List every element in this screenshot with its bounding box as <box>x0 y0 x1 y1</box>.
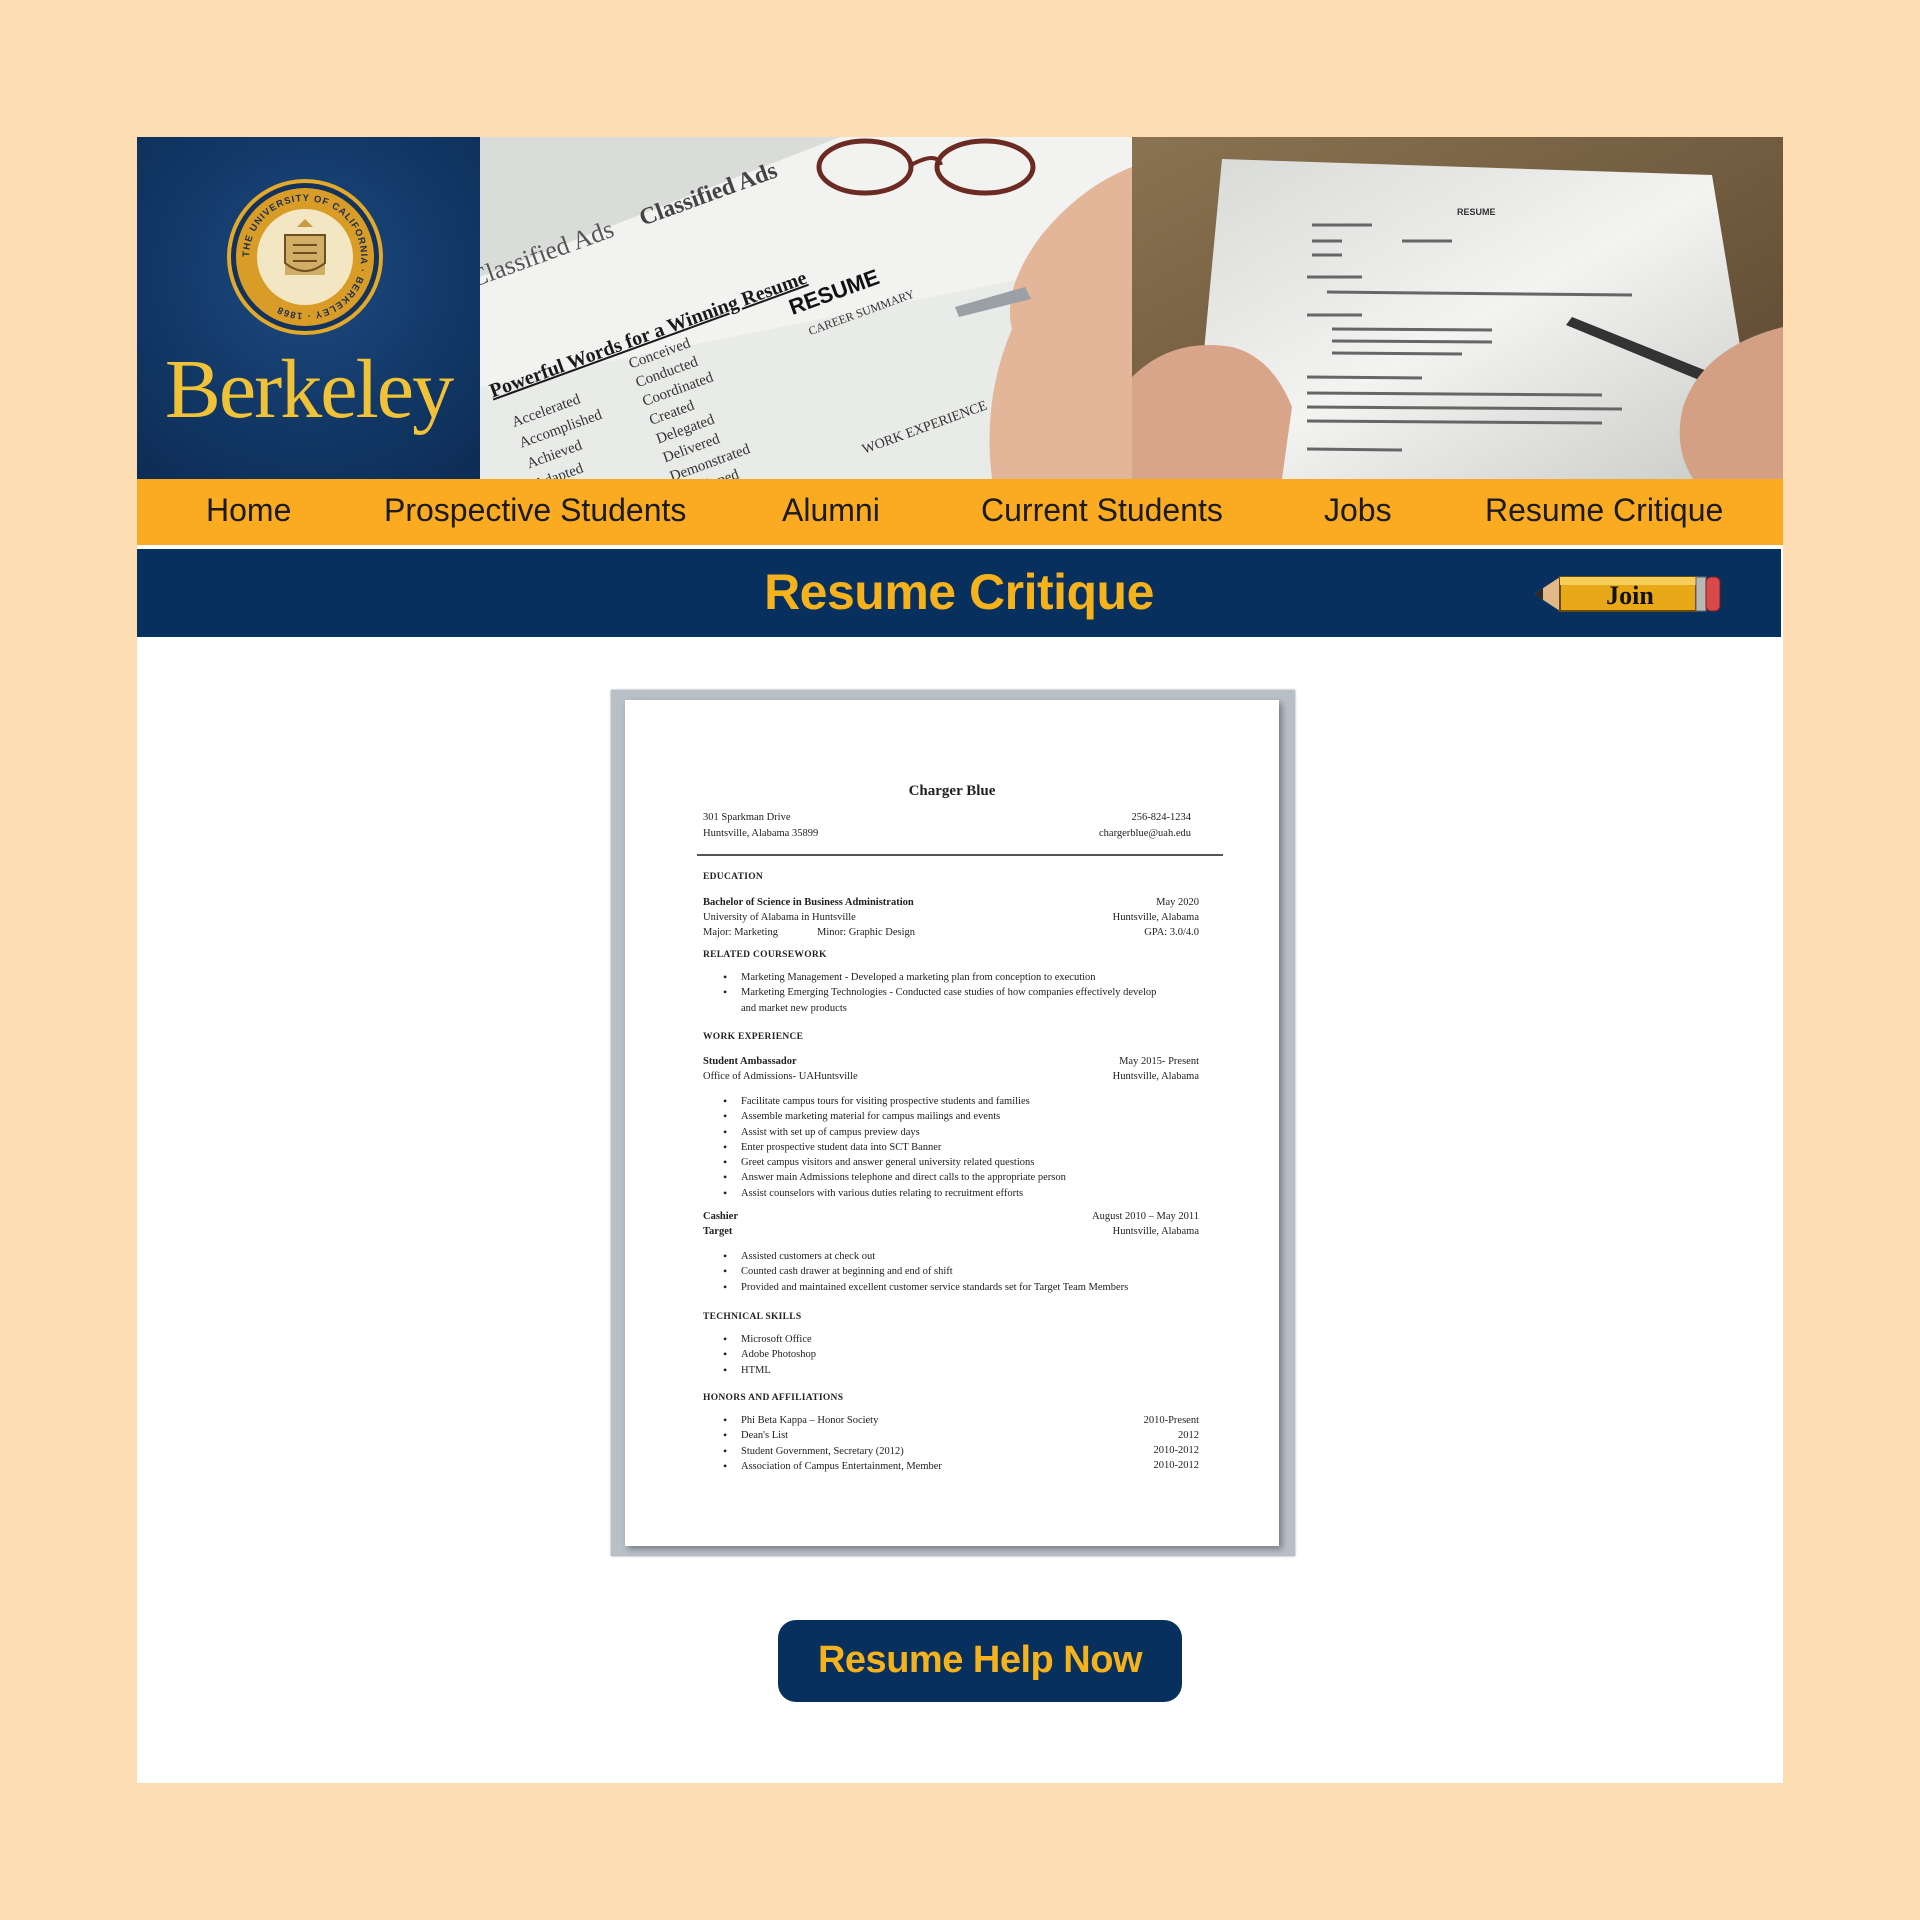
resume-bullet: Assisted customers at check out <box>703 1249 1128 1265</box>
main-nav: Home Prospective Students Alumni Current… <box>137 479 1783 545</box>
join-label: Join <box>1606 581 1654 610</box>
berkeley-wordmark: Berkeley <box>164 343 454 436</box>
nav-current-students[interactable]: Current Students <box>981 479 1223 545</box>
resume-job1-title: Student Ambassador <box>703 1056 797 1067</box>
resume-address-1: 301 Sparkman Drive <box>703 812 791 823</box>
resume-phone: 256-824-1234 <box>1131 812 1192 823</box>
join-button[interactable]: Join <box>1534 573 1722 615</box>
nav-jobs[interactable]: Jobs <box>1324 479 1392 545</box>
resume-honor-date: 2010-Present <box>1143 1415 1199 1426</box>
resume-skill: Microsoft Office <box>703 1332 816 1348</box>
resume-email: chargerblue@uah.edu <box>1099 828 1191 839</box>
resume-coursework-item: Marketing Management - Developed a marke… <box>703 970 1156 986</box>
resume-honors-heading: HONORS AND AFFILIATIONS <box>703 1393 844 1403</box>
resume-honor: Dean's List <box>703 1428 942 1444</box>
resume-job2-location: Huntsville, Alabama <box>1112 1226 1199 1237</box>
resume-gpa: GPA: 3.0/4.0 <box>1144 927 1199 938</box>
resume-sample-image: Charger Blue 301 Sparkman Drive Huntsvil… <box>611 690 1295 1556</box>
resume-skills-heading: TECHNICAL SKILLS <box>703 1312 802 1322</box>
resume-job1-location: Huntsville, Alabama <box>1112 1071 1199 1082</box>
nav-alumni[interactable]: Alumni <box>782 479 880 545</box>
resume-job1-bullets: Facilitate campus tours for visiting pro… <box>703 1094 1066 1201</box>
resume-honor: Student Government, Secretary (2012) <box>703 1444 942 1460</box>
resume-school: University of Alabama in Huntsville <box>703 912 856 923</box>
resume-education-heading: EDUCATION <box>703 872 764 882</box>
resume-coursework-item: Marketing Emerging Technologies - Conduc… <box>703 985 1156 1001</box>
resume-degree: Bachelor of Science in Business Administ… <box>703 897 914 908</box>
resume-bullet: Facilitate campus tours for visiting pro… <box>703 1094 1066 1110</box>
resume-job2-title: Cashier <box>703 1211 738 1222</box>
resume-coursework-list: Marketing Management - Developed a marke… <box>703 970 1156 1016</box>
nav-resume-critique[interactable]: Resume Critique <box>1485 479 1723 545</box>
resume-major: Major: Marketing <box>703 927 778 938</box>
resume-bullet: Assemble marketing material for campus m… <box>703 1109 1066 1125</box>
resume-minor: Minor: Graphic Design <box>817 927 915 938</box>
resume-bullet: Provided and maintained excellent custom… <box>703 1280 1128 1296</box>
resume-job2-bullets: Assisted customers at check out Counted … <box>703 1249 1128 1295</box>
resume-coursework-heading: RELATED COURSEWORK <box>703 950 827 960</box>
university-seal-icon: THE UNIVERSITY OF CALIFORNIA · BERKELEY … <box>227 179 383 335</box>
resume-help-now-button[interactable]: Resume Help Now <box>778 1620 1182 1702</box>
nav-home[interactable]: Home <box>206 479 291 545</box>
resume-degree-date: May 2020 <box>1156 897 1199 908</box>
header-banner: THE UNIVERSITY OF CALIFORNIA · BERKELEY … <box>137 137 1783 479</box>
resume-skill: Adobe Photoshop <box>703 1347 816 1363</box>
resume-honor: Phi Beta Kappa – Honor Society <box>703 1413 942 1429</box>
page-frame: THE UNIVERSITY OF CALIFORNIA · BERKELEY … <box>137 137 1783 1783</box>
resume-job2-date: August 2010 – May 2011 <box>1092 1211 1199 1222</box>
resume-honor-date: 2010-2012 <box>1153 1445 1200 1456</box>
resume-honor-date: 2012 <box>1178 1430 1199 1441</box>
resume-bullet: Greet campus visitors and answer general… <box>703 1155 1066 1171</box>
resume-bullet: Answer main Admissions telephone and dir… <box>703 1170 1066 1186</box>
resume-bullet: Assist counselors with various duties re… <box>703 1186 1066 1202</box>
resume-school-location: Huntsville, Alabama <box>1112 912 1199 923</box>
resume-label-2: RESUME <box>1457 207 1496 217</box>
resume-skill: HTML <box>703 1363 816 1379</box>
banner-photo-powerful-words: Classified Ads Classified Ads Powerful W… <box>480 137 1132 479</box>
resume-bullet: Enter prospective student data into SCT … <box>703 1140 1066 1156</box>
resume-job2-org: Target <box>703 1226 733 1237</box>
resume-coursework-item: and market new products <box>741 1002 847 1014</box>
resume-name: Charger Blue <box>908 783 996 799</box>
resume-page: Charger Blue 301 Sparkman Drive Huntsvil… <box>625 700 1279 1546</box>
resume-divider <box>697 854 1223 856</box>
berkeley-logo[interactable]: THE UNIVERSITY OF CALIFORNIA · BERKELEY … <box>137 137 480 479</box>
resume-job1-date: May 2015- Present <box>1119 1056 1199 1067</box>
resume-honor: Association of Campus Entertainment, Mem… <box>703 1459 942 1475</box>
resume-job1-org: Office of Admissions- UAHuntsville <box>703 1071 858 1082</box>
resume-honors-list: Phi Beta Kappa – Honor Society Dean's Li… <box>703 1413 942 1474</box>
nav-prospective-students[interactable]: Prospective Students <box>384 479 686 545</box>
resume-skills-list: Microsoft Office Adobe Photoshop HTML <box>703 1332 816 1378</box>
resume-address-2: Huntsville, Alabama 35899 <box>703 828 819 839</box>
title-bar: Resume Critique Join <box>137 549 1781 637</box>
resume-bullet: Assist with set up of campus preview day… <box>703 1125 1066 1141</box>
banner-photo-holding-resume: RESUME <box>1132 137 1783 479</box>
resume-work-heading: WORK EXPERIENCE <box>703 1032 804 1042</box>
resume-bullet: Counted cash drawer at beginning and end… <box>703 1264 1128 1280</box>
resume-honor-date: 2010-2012 <box>1153 1460 1200 1471</box>
